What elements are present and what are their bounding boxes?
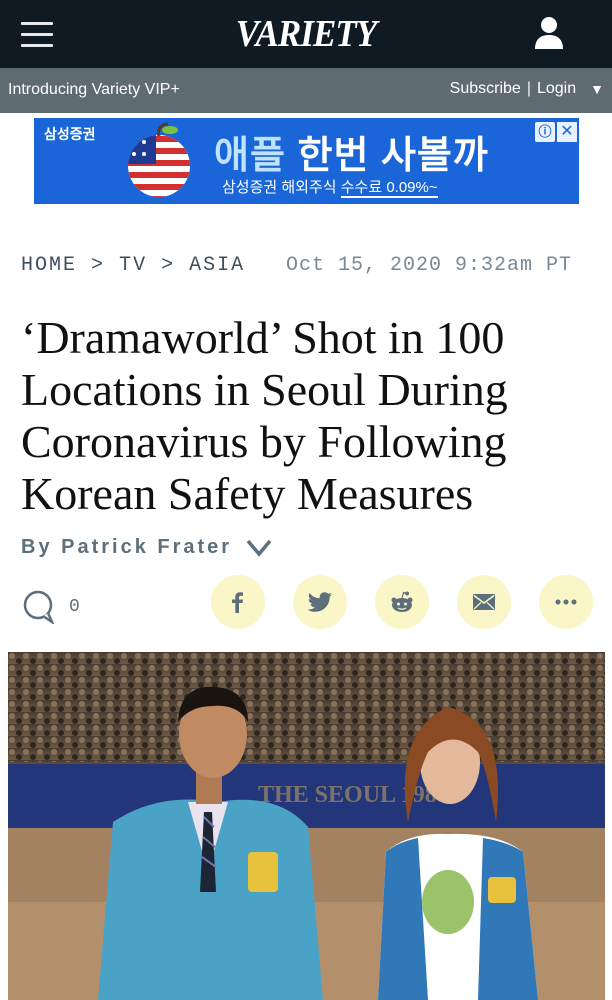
vip-promo-link[interactable]: Introducing Variety VIP+ xyxy=(8,81,180,99)
user-account-icon[interactable] xyxy=(534,16,564,50)
login-link[interactable]: Login xyxy=(537,80,576,98)
reddit-icon xyxy=(391,591,413,612)
ad-subtext: 삼성증권 해외주식 수수료 0.09%~ xyxy=(222,179,438,198)
subscribe-link[interactable]: Subscribe xyxy=(450,80,521,98)
chevron-down-icon[interactable] xyxy=(246,539,272,557)
share-reddit-button[interactable] xyxy=(375,575,429,629)
comment-bubble-icon xyxy=(23,590,55,624)
breadcrumb-arrow: > xyxy=(161,254,176,277)
share-twitter-button[interactable] xyxy=(293,575,347,629)
ad-headline: 애플 한번 사볼까 xyxy=(214,135,489,177)
share-more-button[interactable] xyxy=(539,575,593,629)
breadcrumb-tv[interactable]: TV xyxy=(119,254,147,277)
article-hero-image[interactable]: THE SEOUL 1988 xyxy=(8,652,605,1000)
ad-brand-label: 삼성증권 xyxy=(44,126,96,142)
byline: By Patrick Frater xyxy=(21,536,272,559)
hero-background-sign: THE SEOUL 1988 xyxy=(258,782,449,808)
hero-illustration: THE SEOUL 1988 xyxy=(8,652,605,1000)
share-email-button[interactable] xyxy=(457,575,511,629)
breadcrumb-arrow: > xyxy=(91,254,106,277)
author-name[interactable]: By Patrick Frater xyxy=(21,536,232,559)
publish-date: Oct 15, 2020 9:32am PT xyxy=(286,254,573,277)
comments-button[interactable]: 0 xyxy=(21,590,80,624)
more-icon xyxy=(555,599,577,605)
chevron-down-icon[interactable]: ▼ xyxy=(590,81,604,97)
breadcrumb-asia[interactable]: ASIA xyxy=(189,254,245,277)
email-icon xyxy=(473,594,495,610)
share-facebook-button[interactable] xyxy=(211,575,265,629)
ad-close-icon[interactable]: ✕ xyxy=(557,122,577,142)
comment-count: 0 xyxy=(69,597,80,617)
account-links: Subscribe | Login ▼ xyxy=(450,80,604,98)
link-separator: | xyxy=(526,80,531,97)
twitter-icon xyxy=(308,592,332,612)
breadcrumb: HOME > TV > ASIA xyxy=(7,254,285,286)
ad-choices-icon[interactable]: ⓘ xyxy=(535,122,555,142)
breadcrumb-home[interactable]: HOME xyxy=(21,254,77,277)
facebook-icon xyxy=(232,592,243,613)
top-nav-bar: VARIETY xyxy=(0,0,612,68)
article-headline: ‘Dramaworld’ Shot in 100 Locations in Se… xyxy=(21,312,508,519)
sub-nav-bar: Introducing Variety VIP+ Subscribe | Log… xyxy=(0,68,612,113)
advertisement-banner[interactable]: 삼성증권 애플 한번 사볼까 삼성증권 해외주식 수수료 0.09%~ ⓘ ✕ xyxy=(34,118,579,204)
variety-logo[interactable]: VARIETY xyxy=(24,12,587,56)
flag-apple-icon xyxy=(128,122,190,197)
